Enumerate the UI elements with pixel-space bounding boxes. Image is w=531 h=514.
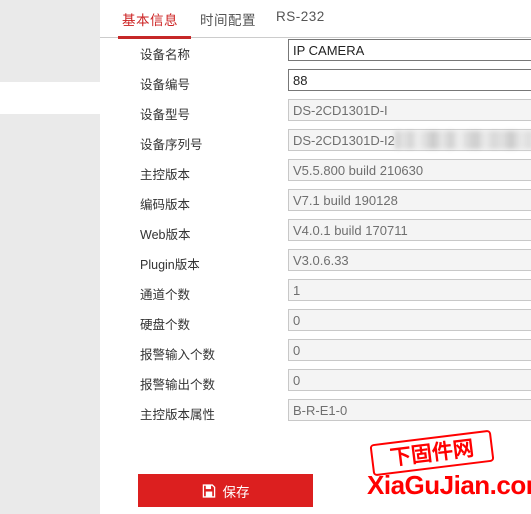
field-label: 通道个数 [140,288,191,302]
field-label: Web版本 [140,228,191,242]
device-info-panel: 基本信息 时间配置 RS-232 设备名称设备编号设备型号设备序列号主控版本编码… [100,0,531,514]
field-input [288,189,531,211]
field-input [288,399,531,421]
settings-tab-bar: 基本信息 时间配置 RS-232 [100,0,531,39]
form-row: 设备名称 [100,38,531,68]
field-label: 编码版本 [140,198,191,212]
sidebar-panel-lower [0,114,100,514]
field-input [288,129,531,151]
field-label: 主控版本 [140,168,191,182]
form-row: 报警输入个数 [100,338,531,368]
field-label: 设备型号 [140,108,191,122]
tab-rs232[interactable]: RS-232 [276,9,325,24]
device-info-form: 设备名称设备编号设备型号设备序列号主控版本编码版本 Web版本 Plugin版本通道… [100,38,531,428]
form-row: 通道个数 [100,278,531,308]
field-label: 设备序列号 [140,138,203,152]
field-input [288,159,531,181]
field-input [288,309,531,331]
form-row: 设备序列号 [100,128,531,158]
floppy-disk-icon [202,483,216,498]
save-button-label: 保存 [222,484,250,500]
form-row: 硬盘个数 [100,308,531,338]
tab-basic-info[interactable]: 基本信息 [122,9,178,29]
field-label: Plugin版本 [140,258,200,272]
form-row: 设备编号 [100,68,531,98]
field-input [288,369,531,391]
field-input [288,339,531,361]
field-input[interactable] [288,69,531,91]
form-row: 设备型号 [100,98,531,128]
field-label: 设备名称 [140,48,191,62]
form-row: 报警输出个数 [100,368,531,398]
field-input[interactable] [288,39,531,61]
tab-time-config[interactable]: 时间配置 [200,9,256,29]
field-label: 主控版本属性 [140,408,216,422]
field-input [288,99,531,121]
form-row: Plugin版本 [100,248,531,278]
form-row: Web版本 [100,218,531,248]
form-row: 编码版本 [100,188,531,218]
form-row: 主控版本属性 [100,398,531,428]
form-row: 主控版本 [100,158,531,188]
field-input [288,279,531,301]
left-sidebar-rail [0,0,100,514]
field-label: 硬盘个数 [140,318,191,332]
save-button[interactable]: 保存 [138,474,313,507]
field-input [288,249,531,271]
sidebar-panel-upper [0,0,100,82]
field-input [288,219,531,241]
field-label: 报警输入个数 [140,348,216,362]
field-label: 报警输出个数 [140,378,216,392]
field-label: 设备编号 [140,78,191,92]
